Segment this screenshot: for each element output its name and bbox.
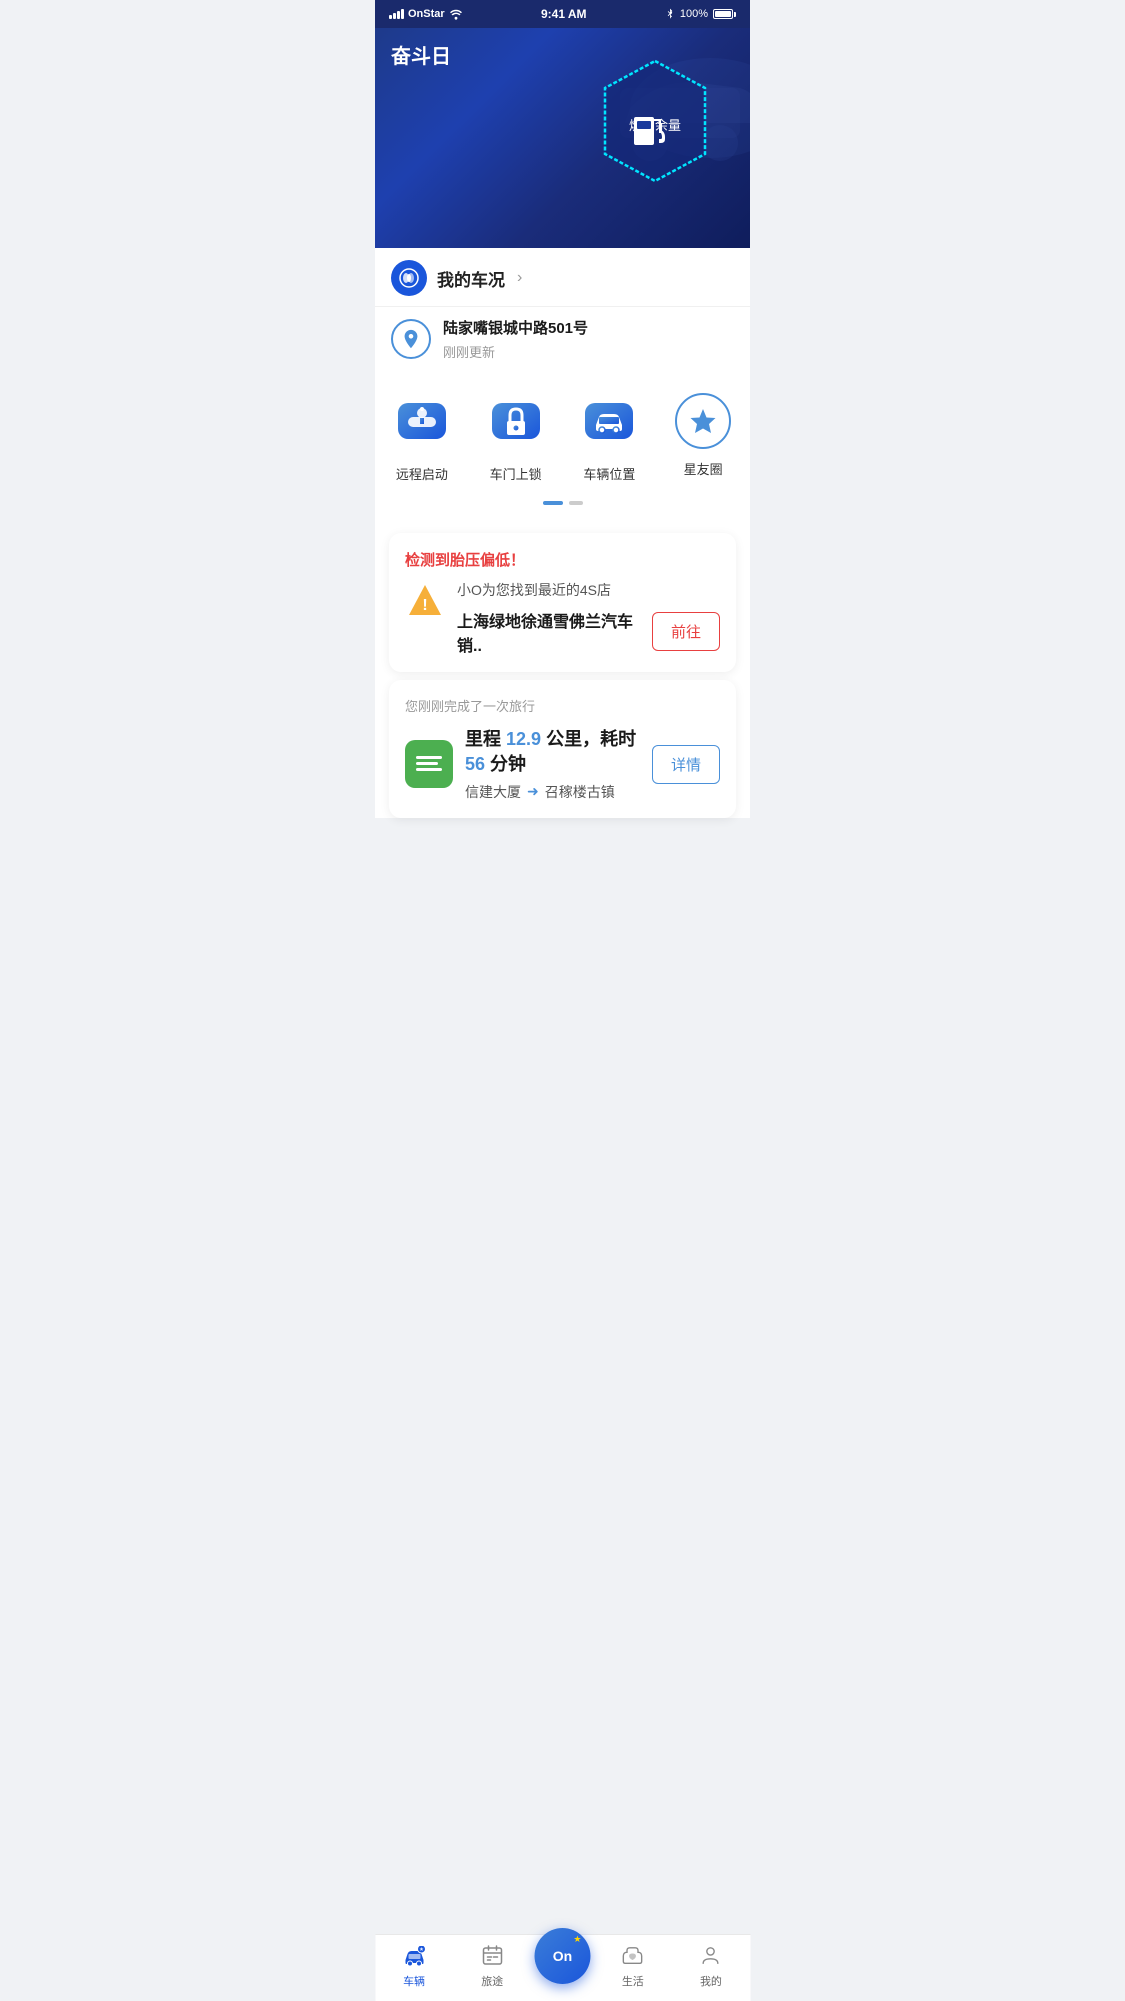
star-circle-label: 星友圈	[684, 459, 723, 478]
trip-stats: 里程 12.9 公里，耗时 56 分钟	[465, 727, 640, 777]
signal-icon	[389, 9, 404, 19]
status-left: OnStar	[389, 8, 463, 20]
svg-text:!: !	[422, 597, 427, 614]
warning-icon: !	[405, 580, 445, 620]
onstar-star-icon: ★	[573, 1934, 581, 1945]
status-bar: OnStar 9:41 AM 100%	[375, 0, 750, 28]
location-updated: 刚刚更新	[443, 342, 734, 361]
location-address: 陆家嘴银城中路501号	[443, 319, 734, 339]
battery-percent: 100%	[680, 8, 708, 20]
nav-journey-icon	[479, 1943, 505, 1969]
action-door-lock[interactable]: 车门上锁	[469, 393, 563, 483]
door-lock-label: 车门上锁	[490, 464, 542, 483]
fuel-widget[interactable]: 燃油余量	[600, 58, 710, 184]
time-display: 9:41 AM	[541, 7, 587, 21]
remote-start-label: 远程启动	[396, 464, 448, 483]
trip-card: 您刚刚完成了一次旅行 里程 12.9 公里，耗时 56 分钟	[389, 680, 736, 818]
door-lock-icon-wrapper	[488, 393, 544, 454]
trip-icon	[405, 740, 453, 788]
trip-distance-label: 里程	[465, 729, 501, 749]
trip-distance-value: 12.9	[506, 729, 541, 749]
vehicle-status-label: 我的车况	[437, 266, 505, 291]
alert-title: 检测到胎压偏低！	[405, 549, 720, 570]
nav-journey[interactable]: 旅途	[453, 1943, 531, 1989]
dot-inactive	[569, 501, 583, 505]
alert-card: 检测到胎压偏低！ ! 小O为您找到最近的4S店 上海绿地徐通雪佛兰汽车销.. 前…	[389, 533, 736, 672]
vehicle-location-icon-wrapper	[581, 393, 637, 454]
vehicle-status-row[interactable]: 我的车况 ›	[375, 246, 750, 307]
vehicle-location-icon	[581, 393, 637, 449]
status-right: 100%	[665, 7, 736, 21]
trip-subtitle: 您刚刚完成了一次旅行	[405, 696, 720, 715]
vehicle-status-arrow: ›	[517, 269, 522, 287]
battery-icon	[713, 9, 736, 19]
trip-route: 信建大厦 ➜ 召稼楼古镇	[465, 782, 640, 802]
trip-detail-button[interactable]: 详情	[652, 745, 720, 784]
trip-direction-icon: ➜	[527, 783, 539, 800]
bluetooth-icon	[665, 7, 675, 21]
nav-life[interactable]: 生活	[594, 1943, 672, 1989]
star-circle-icon-wrapper	[675, 393, 731, 449]
nav-mine-label: 我的	[700, 1973, 722, 1989]
nav-life-label: 生活	[622, 1973, 644, 1989]
onstar-center-button[interactable]: On ★	[535, 1928, 591, 1984]
trip-distance-unit: 公里，耗时	[546, 729, 636, 749]
hexagon-shape: 燃油余量	[600, 58, 710, 184]
action-star-circle[interactable]: 星友圈	[656, 393, 750, 483]
alert-subtitle: 小O为您找到最近的4S店	[457, 580, 720, 600]
carrier-label: OnStar	[408, 8, 445, 20]
dot-active	[543, 501, 563, 505]
nav-center[interactable]: On ★	[531, 1948, 594, 1984]
star-circle-icon	[687, 405, 719, 437]
wifi-icon	[449, 8, 463, 20]
main-content: 我的车况 › 陆家嘴银城中路501号 刚刚更新	[375, 246, 750, 818]
nav-vehicle[interactable]: 车辆	[375, 1943, 453, 1989]
trip-to: 召稼楼古镇	[545, 782, 615, 802]
bottom-nav: 车辆 旅途 On ★ 生活	[375, 1934, 750, 2001]
remote-start-icon-wrapper	[394, 393, 450, 454]
remote-start-icon	[394, 393, 450, 449]
location-row: 陆家嘴银城中路501号 刚刚更新	[375, 307, 750, 373]
onstar-logo-text: On	[553, 1948, 572, 1964]
nav-journey-label: 旅途	[481, 1973, 503, 1989]
nav-mine-icon	[698, 1943, 724, 1969]
door-lock-icon	[488, 393, 544, 449]
trip-duration-unit: 分钟	[490, 754, 526, 774]
alert-store-name: 上海绿地徐通雪佛兰汽车销..	[457, 608, 652, 656]
nav-life-icon	[620, 1943, 646, 1969]
hero-title: 奋斗日	[391, 40, 451, 69]
nav-mine[interactable]: 我的	[672, 1943, 750, 1989]
hero-section: 奋斗日 燃油余量	[375, 28, 750, 248]
trip-from: 信建大厦	[465, 782, 521, 802]
alert-goto-button[interactable]: 前往	[652, 612, 720, 651]
buick-logo	[391, 260, 427, 296]
quick-actions: 远程启动	[375, 373, 750, 493]
vehicle-location-label: 车辆位置	[583, 464, 635, 483]
action-remote-start[interactable]: 远程启动	[375, 393, 469, 483]
action-vehicle-location[interactable]: 车辆位置	[563, 393, 657, 483]
nav-vehicle-icon	[401, 1943, 427, 1969]
trip-duration-value: 56	[465, 754, 485, 774]
location-icon	[391, 319, 431, 359]
pagination-dots	[375, 493, 750, 525]
nav-vehicle-label: 车辆	[403, 1973, 425, 1989]
